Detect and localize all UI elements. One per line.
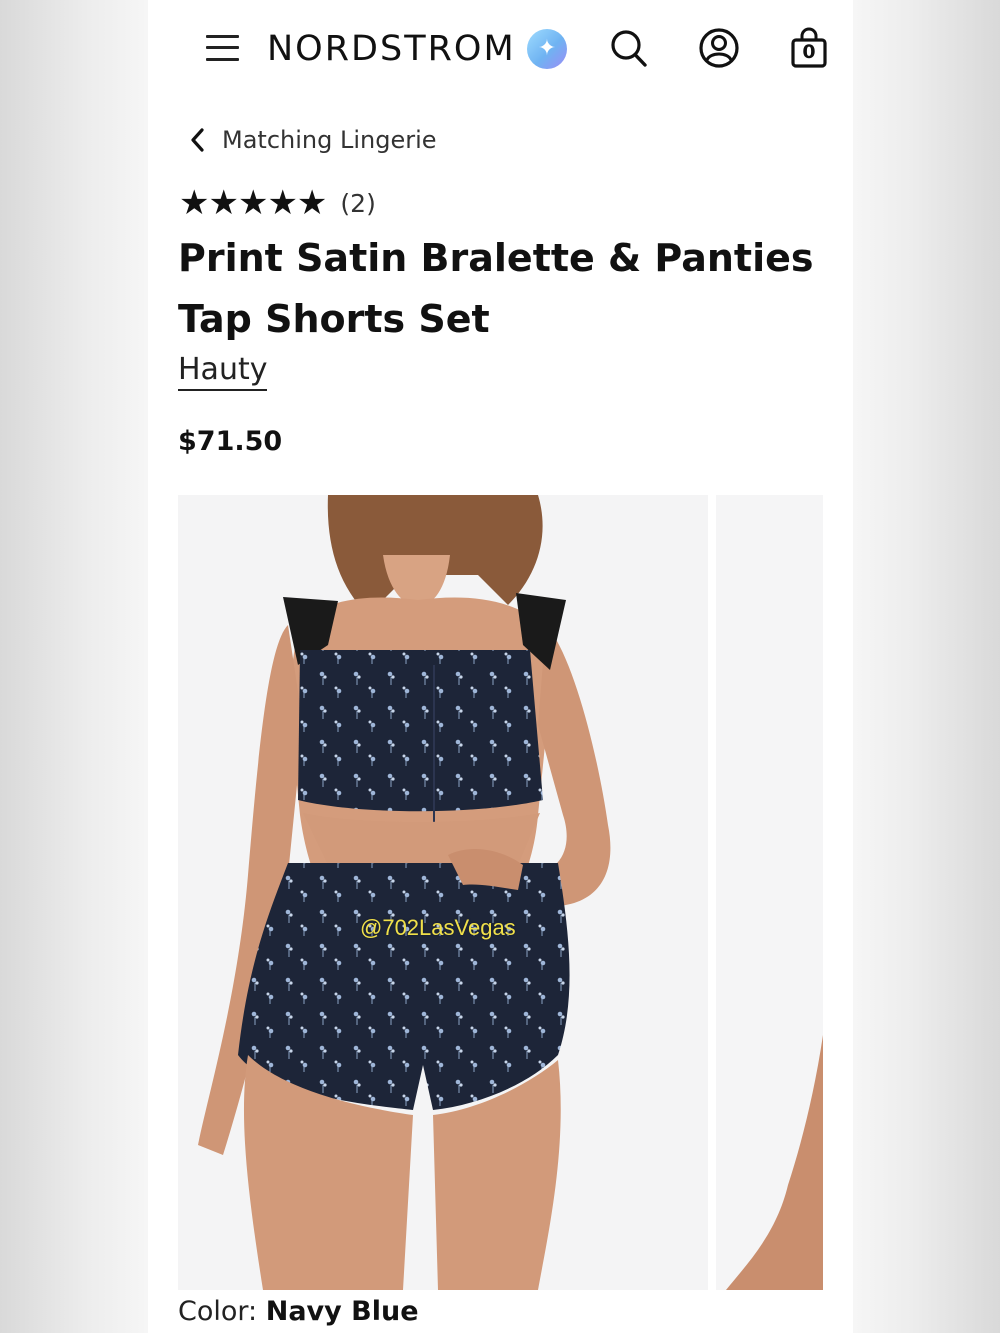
color-value: Navy Blue xyxy=(265,1296,419,1327)
shopping-bag-icon[interactable]: 0 xyxy=(788,26,830,70)
right-margin xyxy=(853,0,1000,1333)
brand-link[interactable]: Hauty xyxy=(178,352,268,391)
breadcrumb-label: Matching Lingerie xyxy=(222,126,437,154)
rating[interactable]: ★★★★★ (2) xyxy=(179,186,376,220)
product-image[interactable]: @702LasVegas xyxy=(178,495,708,1290)
product-price: $71.50 xyxy=(178,426,283,457)
menu-icon[interactable] xyxy=(206,33,240,63)
bag-count: 0 xyxy=(802,41,816,63)
star-rating-icon: ★★★★★ xyxy=(179,183,327,223)
sparkle-ai-icon[interactable]: ✦ xyxy=(527,29,567,69)
product-title: Print Satin Bralette & Panties Tap Short… xyxy=(178,236,814,341)
product-page: NORDSTROM ✦ 0 Matching Lingerie ★★★★★ (2… xyxy=(148,0,853,1333)
watermark-text: @702LasVegas xyxy=(360,915,516,940)
breadcrumb[interactable]: Matching Lingerie xyxy=(188,122,437,158)
chevron-left-icon xyxy=(191,128,204,152)
color-label: Color: xyxy=(178,1296,258,1327)
model-photo xyxy=(198,495,611,1290)
next-product-image[interactable] xyxy=(716,495,823,1290)
left-margin xyxy=(0,0,148,1333)
search-icon[interactable] xyxy=(608,26,650,70)
nordstrom-logo[interactable]: NORDSTROM xyxy=(267,24,516,74)
color-selection: Color: Navy Blue xyxy=(178,1296,419,1327)
review-count: (2) xyxy=(340,188,376,218)
next-photo-preview xyxy=(726,1035,823,1290)
account-icon[interactable] xyxy=(698,26,740,70)
